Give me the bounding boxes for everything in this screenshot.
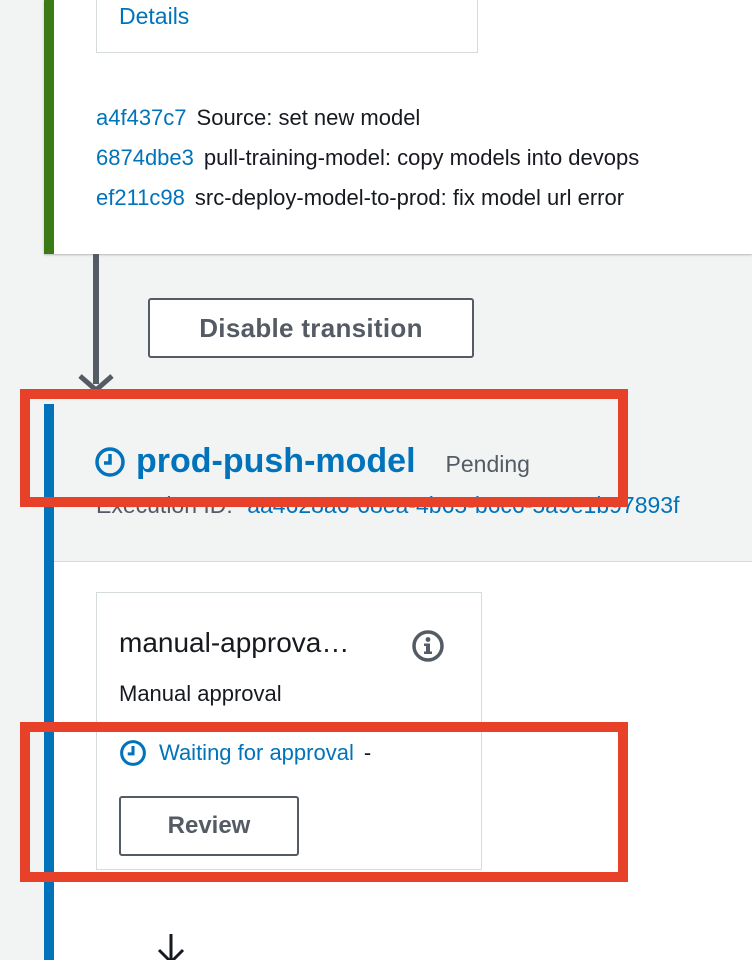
- stage-title-row: prod-push-model Pending: [94, 442, 530, 481]
- stage-body: manual-approva… Manual approval Waiting …: [54, 562, 752, 960]
- info-icon[interactable]: [411, 629, 445, 663]
- action-name: manual-approva…: [119, 627, 350, 658]
- down-arrow-icon: [157, 934, 185, 960]
- commit-row: 6874dbe3 pull-training-model: copy models…: [96, 138, 639, 178]
- clock-icon: [120, 740, 146, 766]
- commit-hash-link[interactable]: a4f437c7: [96, 105, 187, 130]
- commit-hash-link[interactable]: ef211c98: [96, 185, 185, 210]
- action-status-row: Waiting for approval -: [119, 739, 371, 767]
- upper-stage-panel: Details a4f437c7 Source: set new model 68…: [44, 0, 752, 254]
- execution-id-row: Execution ID: aa4628a6-68ea-4b65-b6c6-5a…: [96, 492, 679, 519]
- commit-message: pull-training-model: copy models into de…: [203, 145, 640, 170]
- action-card-previous: Details: [96, 0, 478, 53]
- disable-transition-button[interactable]: Disable transition: [148, 298, 474, 358]
- commit-row: a4f437c7 Source: set new model: [96, 98, 639, 138]
- transition-connector-line: [93, 254, 99, 384]
- review-button[interactable]: Review: [119, 796, 299, 856]
- status-separator: -: [363, 740, 372, 765]
- clock-icon: [95, 446, 125, 477]
- commit-message: Source: set new model: [196, 105, 421, 130]
- commit-message: src-deploy-model-to-prod: fix model url …: [194, 185, 625, 210]
- commit-hash-link[interactable]: 6874dbe3: [96, 145, 194, 170]
- transition-arrow-icon: [78, 374, 114, 394]
- action-provider: Manual approval: [119, 681, 282, 706]
- action-card: manual-approva… Manual approval Waiting …: [96, 592, 482, 870]
- stage-name-link[interactable]: prod-push-model: [136, 442, 416, 481]
- execution-id-label: Execution ID:: [96, 492, 233, 518]
- waiting-for-approval-link[interactable]: Waiting for approval: [159, 740, 354, 766]
- stage-header: prod-push-model Pending Execution ID: aa…: [54, 404, 752, 562]
- stage-status-label: Pending: [445, 451, 530, 477]
- lower-stage-panel: prod-push-model Pending Execution ID: aa…: [44, 404, 752, 960]
- commit-row: ef211c98 src-deploy-model-to-prod: fix mo…: [96, 178, 639, 218]
- commit-list: a4f437c7 Source: set new model 6874dbe3 pu…: [96, 98, 639, 218]
- details-link[interactable]: Details: [119, 3, 189, 30]
- execution-id-link[interactable]: aa4628a6-68ea-4b65-b6c6-5a9e1b97893f: [247, 492, 679, 518]
